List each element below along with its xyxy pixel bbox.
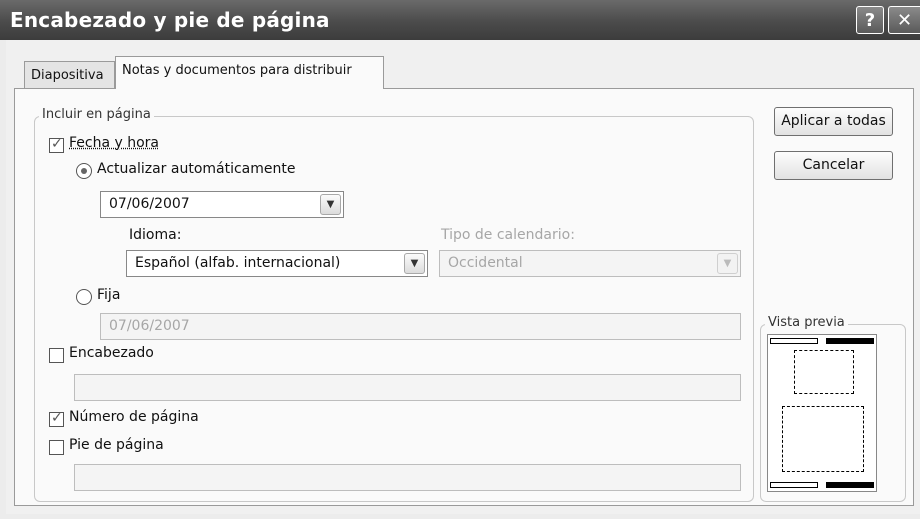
page-number-label[interactable]: Número de página [69, 409, 199, 425]
dialog-window: Encabezado y pie de página ? ✕ Diapositi… [0, 0, 920, 519]
tab-diapositiva[interactable]: Diapositiva [24, 61, 115, 89]
calendar-type-select[interactable]: Occidental ▼ [439, 250, 741, 277]
fixed-label[interactable]: Fija [97, 287, 120, 303]
preview-page [767, 334, 877, 492]
fixed-date-field[interactable]: 07/06/2007 [100, 313, 741, 340]
cancel-label: Cancelar [802, 157, 865, 173]
footer-label[interactable]: Pie de página [69, 437, 164, 453]
calendar-type-label: Tipo de calendario: [441, 227, 575, 243]
chevron-down-icon[interactable]: ▼ [320, 194, 341, 215]
preview-footer-right-area [826, 482, 874, 488]
auto-update-radio[interactable] [76, 163, 92, 179]
auto-update-label[interactable]: Actualizar automáticamente [97, 161, 296, 177]
auto-date-select[interactable]: 07/06/2007 ▼ [100, 191, 344, 218]
preview-header-left-area [770, 338, 818, 344]
footer-text-field[interactable] [74, 464, 741, 491]
window-title: Encabezado y pie de página [10, 8, 330, 32]
tab-notas-documentos[interactable]: Notas y documentos para distribuir [115, 56, 384, 89]
fixed-radio[interactable] [76, 289, 92, 305]
preview-notes-area [782, 406, 864, 472]
page-number-checkbox[interactable] [49, 410, 64, 427]
fixed-date-value: 07/06/2007 [109, 318, 190, 334]
close-icon: ✕ [896, 10, 913, 31]
auto-date-value: 07/06/2007 [109, 196, 190, 212]
help-button[interactable]: ? [856, 6, 884, 34]
tab-label: Diapositiva [31, 68, 104, 83]
preview-legend: Vista previa [765, 315, 848, 330]
preview-footer-left-area [770, 482, 818, 488]
preview-header-right-area [826, 338, 874, 344]
header-checkbox[interactable] [49, 348, 64, 363]
header-text-field[interactable] [74, 374, 741, 401]
language-label: Idioma: [129, 227, 182, 243]
tab-label: Notas y documentos para distribuir [122, 63, 352, 78]
calendar-type-value: Occidental [448, 255, 523, 271]
footer-checkbox[interactable] [49, 440, 64, 455]
cancel-button[interactable]: Cancelar [774, 151, 893, 180]
apply-all-label: Aplicar a todas [781, 113, 886, 129]
chevron-down-icon[interactable]: ▼ [404, 253, 425, 274]
language-select[interactable]: Español (alfab. internacional) ▼ [126, 250, 428, 277]
language-value: Español (alfab. internacional) [135, 255, 341, 271]
date-time-label[interactable]: Fecha y hora [69, 135, 159, 151]
date-time-checkbox[interactable] [49, 136, 64, 153]
question-icon: ? [864, 10, 876, 31]
title-bar: Encabezado y pie de página ? ✕ [0, 0, 920, 40]
apply-all-button[interactable]: Aplicar a todas [774, 107, 893, 136]
include-group-legend: Incluir en página [39, 107, 154, 122]
chevron-down-icon[interactable]: ▼ [717, 253, 738, 274]
close-button[interactable]: ✕ [888, 6, 920, 34]
header-label[interactable]: Encabezado [69, 345, 154, 361]
preview-slide-area [794, 350, 854, 394]
